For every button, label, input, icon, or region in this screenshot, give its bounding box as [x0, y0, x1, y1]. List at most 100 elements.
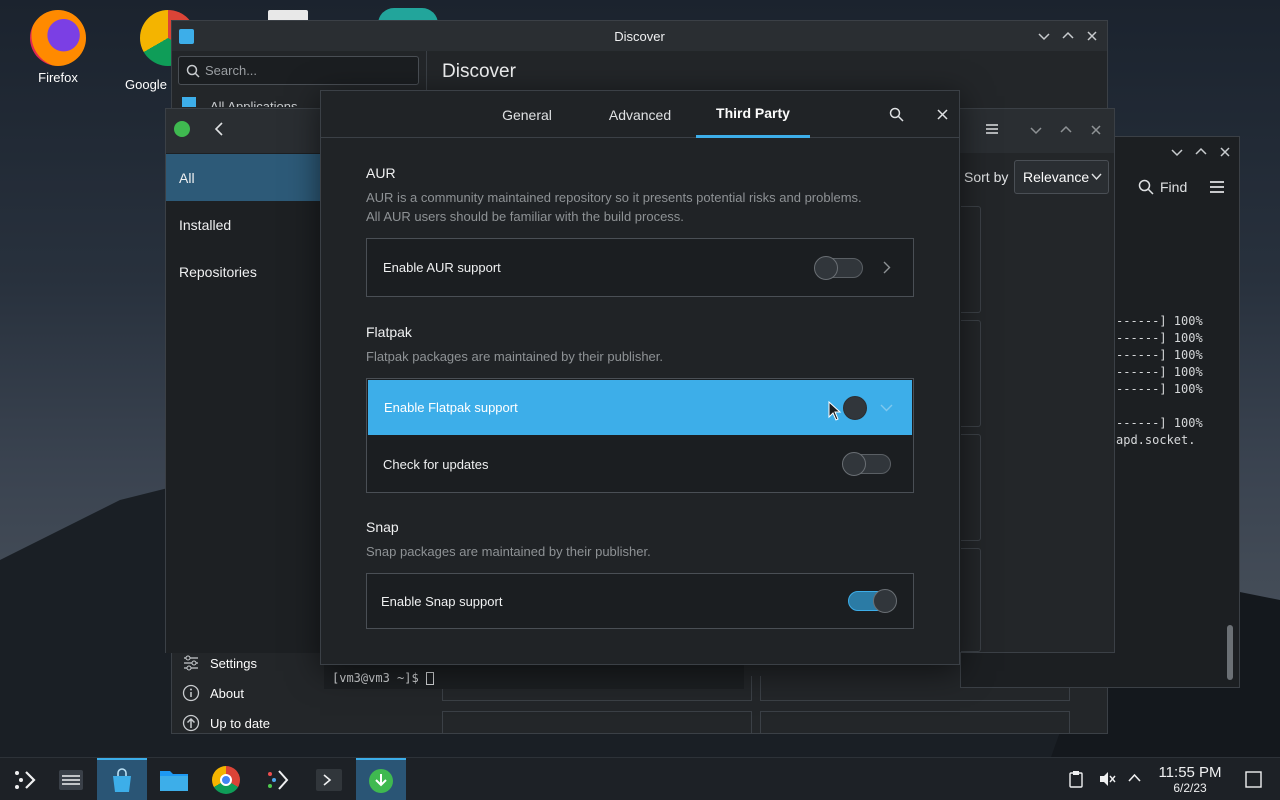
- nav-label: Up to date: [210, 715, 270, 731]
- option-label: Check for updates: [383, 456, 489, 472]
- nav-all-applications[interactable]: All Applications: [210, 97, 297, 107]
- system-settings-icon: [59, 769, 83, 790]
- firefox-icon: [30, 10, 86, 66]
- taskbar-settings[interactable]: [46, 758, 96, 800]
- chevron-up-icon: [1062, 31, 1074, 39]
- sidebar-item-repositories[interactable]: Repositories: [166, 248, 321, 295]
- app-launcher[interactable]: [0, 758, 50, 800]
- launcher-icon: [15, 770, 36, 789]
- tab-bar: General Advanced Third Party: [321, 91, 959, 138]
- minimize-button[interactable]: [1024, 115, 1048, 145]
- snap-support-toggle[interactable]: [848, 589, 897, 613]
- terminal-line: ------] 100%: [1116, 382, 1203, 396]
- toggle-knob: [873, 589, 897, 613]
- close-button[interactable]: [1213, 137, 1237, 167]
- close-button[interactable]: [1084, 115, 1108, 145]
- check-updates-toggle[interactable]: [842, 452, 891, 476]
- chevron-down-icon: [1171, 149, 1183, 157]
- desc-line: All AUR users should be familiar with th…: [366, 209, 684, 224]
- search-icon[interactable]: [889, 107, 904, 122]
- scrollbar[interactable]: [1227, 625, 1233, 680]
- taskbar-files[interactable]: [149, 758, 199, 800]
- app-card[interactable]: [961, 434, 981, 541]
- chevron-right-icon[interactable]: [883, 261, 891, 274]
- sidebar-item-all[interactable]: All: [166, 154, 321, 201]
- aur-support-row[interactable]: Enable AUR support: [367, 239, 913, 296]
- nav-up-to-date[interactable]: Up to date: [182, 711, 412, 735]
- terminal-prompt-text: [vm3@vm3 ~]$: [332, 671, 426, 685]
- terminal-icon: [316, 768, 342, 791]
- flatpak-support-toggle[interactable]: [843, 396, 867, 420]
- terminal-prompt[interactable]: [vm3@vm3 ~]$: [332, 671, 434, 685]
- hamburger-menu-icon[interactable]: [1209, 180, 1225, 194]
- tab-label: Third Party: [716, 105, 790, 121]
- mouse-cursor-icon: [828, 401, 842, 421]
- app-card[interactable]: [961, 320, 981, 427]
- app-card[interactable]: [760, 711, 1070, 733]
- sidebar-item-label: All: [179, 169, 195, 186]
- option-label: Enable Flatpak support: [384, 400, 518, 415]
- find-label: Find: [1160, 179, 1188, 195]
- maximize-button[interactable]: [1054, 115, 1078, 145]
- app-card[interactable]: [961, 548, 981, 652]
- tab-third-party[interactable]: Third Party: [696, 91, 810, 138]
- desktop-firefox[interactable]: Firefox: [13, 10, 103, 85]
- close-icon[interactable]: [937, 109, 948, 120]
- toggle-knob: [842, 452, 866, 476]
- sort-select[interactable]: Relevance: [1014, 160, 1109, 194]
- terminal-line: ------] 100%: [1116, 314, 1203, 328]
- close-button[interactable]: [1080, 21, 1104, 51]
- maximize-button[interactable]: [1189, 137, 1213, 167]
- find-button[interactable]: Find: [1138, 178, 1218, 196]
- flatpak-card: Enable Flatpak support Check for updates: [366, 378, 914, 493]
- hamburger-menu-icon[interactable]: [985, 122, 999, 136]
- close-icon: [1091, 125, 1101, 135]
- chevron-up-icon[interactable]: [1128, 773, 1141, 782]
- clock-date[interactable]: 6/2/23: [1150, 781, 1230, 795]
- aur-support-toggle[interactable]: [814, 256, 863, 280]
- taskbar-discover[interactable]: [97, 758, 147, 800]
- taskbar-discover-active[interactable]: [356, 758, 406, 800]
- desktop-icon-label: Google: [125, 77, 167, 92]
- discover-app-icon: [174, 121, 190, 137]
- tab-advanced[interactable]: Advanced: [595, 91, 685, 138]
- flatpak-support-row[interactable]: Enable Flatpak support: [368, 380, 912, 435]
- third-party-settings-dialog: General Advanced Third Party AUR AUR is …: [320, 90, 960, 665]
- show-desktop-icon[interactable]: [1245, 771, 1262, 788]
- settings-icon: [184, 655, 198, 671]
- page-title: Discover: [442, 61, 516, 82]
- volume-muted-icon[interactable]: [1098, 770, 1116, 788]
- desktop-icon-label: Firefox: [38, 70, 78, 85]
- chevron-down-icon[interactable]: [880, 404, 893, 412]
- sort-label: Sort by: [964, 169, 1009, 185]
- maximize-button[interactable]: [1056, 21, 1080, 51]
- app-card[interactable]: [961, 206, 981, 313]
- sidebar-item-installed[interactable]: Installed: [166, 201, 321, 248]
- sort-value: Relevance: [1023, 169, 1090, 185]
- clipboard-icon[interactable]: [1068, 770, 1084, 788]
- option-label: Enable AUR support: [383, 260, 501, 275]
- clock-time[interactable]: 11:55 PM: [1150, 764, 1230, 781]
- check-updates-row[interactable]: Check for updates: [367, 436, 913, 492]
- section-title-aur: AUR: [366, 165, 396, 181]
- search-input[interactable]: Search...: [178, 56, 419, 85]
- nav-label: About: [210, 685, 244, 701]
- app-card[interactable]: [442, 711, 752, 733]
- close-icon: [1087, 31, 1097, 41]
- tab-general[interactable]: General: [486, 91, 568, 138]
- sidebar-item-label: Installed: [179, 216, 232, 233]
- back-icon[interactable]: [213, 122, 225, 136]
- taskbar-chrome[interactable]: [201, 758, 251, 800]
- taskbar-terminal[interactable]: [304, 758, 354, 800]
- minimize-button[interactable]: [1032, 21, 1056, 51]
- terminal-cursor: [425, 672, 434, 685]
- snap-support-row[interactable]: Enable Snap support: [367, 574, 913, 628]
- chevron-down-icon: [1030, 127, 1042, 135]
- terminal-line: ------] 100%: [1116, 348, 1203, 362]
- minimize-button[interactable]: [1165, 137, 1189, 167]
- taskbar-app[interactable]: [253, 758, 303, 800]
- titlebar: Discover: [172, 21, 1107, 51]
- section-desc-aur: AUR is a community maintained repository…: [366, 188, 926, 226]
- info-icon: [182, 684, 200, 702]
- option-label: Enable Snap support: [381, 593, 503, 609]
